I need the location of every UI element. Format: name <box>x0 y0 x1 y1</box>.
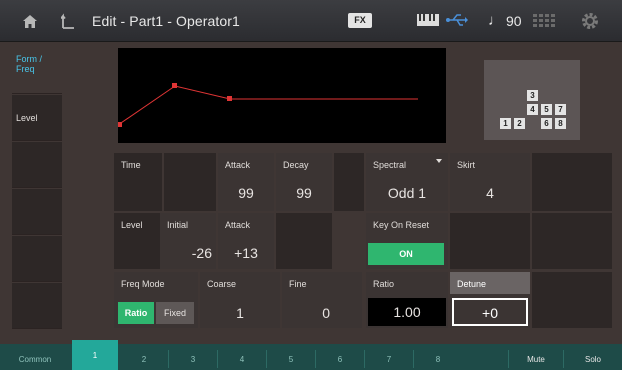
algorithm-operator: 7 <box>555 104 566 115</box>
tab-operator-1[interactable]: 1 <box>72 340 118 370</box>
empty-tab <box>12 283 62 329</box>
level-initial-value: -26 <box>191 245 212 261</box>
solo-button[interactable]: Solo <box>564 344 622 370</box>
level-label: Level <box>121 220 143 230</box>
tab-level[interactable]: Level <box>12 95 62 141</box>
level-group: Level <box>114 213 162 269</box>
spectral-value: Odd 1 <box>387 185 427 201</box>
empty-cell <box>532 213 612 269</box>
left-tab-column: Form / Freq Level <box>12 48 62 332</box>
dropdown-arrow-icon <box>436 159 442 163</box>
coarse-value: 1 <box>236 305 244 321</box>
empty-tab <box>12 189 62 235</box>
time-decay-cell[interactable]: Decay 99 <box>276 153 332 211</box>
fine-cell[interactable]: Fine 0 <box>282 272 362 328</box>
algorithm-operator: 2 <box>514 118 525 129</box>
coarse-cell[interactable]: Coarse 1 <box>200 272 280 328</box>
empty-tab <box>12 142 62 188</box>
time-attack-cell[interactable]: Attack 99 <box>218 153 274 211</box>
level-initial-label: Initial <box>167 220 189 230</box>
skirt-label: Skirt <box>457 160 475 170</box>
envelope-line <box>117 85 418 126</box>
ratio-cell[interactable]: Ratio 1.00 <box>366 272 448 328</box>
time-label: Time <box>121 160 141 170</box>
ratio-value: 1.00 <box>393 304 421 320</box>
usb-icon <box>445 11 469 29</box>
level-attack-value: +13 <box>234 245 258 261</box>
time-group: Time <box>114 153 162 211</box>
time-attack-label: Attack <box>225 160 251 170</box>
mute-button[interactable]: Mute <box>509 344 563 370</box>
empty-tab <box>12 236 62 282</box>
freq-mode-fixed-button[interactable]: Fixed <box>156 302 194 324</box>
tab-operator-7[interactable]: 7 <box>365 344 413 370</box>
algorithm-operator: 3 <box>527 90 538 101</box>
envelope-point <box>227 96 232 101</box>
algorithm-operator: 4 <box>527 104 538 115</box>
coarse-label: Coarse <box>207 279 237 289</box>
keyboard-icon <box>416 11 442 29</box>
algorithm-operator: 1 <box>500 118 511 129</box>
fine-label: Fine <box>289 279 307 289</box>
ratio-value-box: 1.00 <box>368 298 446 326</box>
note-icon: ♩ <box>488 12 503 29</box>
key-on-reset-toggle[interactable]: ON <box>368 243 444 265</box>
detune-value: +0 <box>482 305 498 321</box>
algorithm-operator: 6 <box>541 118 552 129</box>
tab-operator-8[interactable]: 8 <box>414 344 462 370</box>
freq-mode-cell: Freq Mode Ratio Fixed <box>114 272 198 328</box>
back-icon[interactable] <box>56 10 80 32</box>
algorithm-operator: 5 <box>541 104 552 115</box>
empty-cell <box>532 272 612 328</box>
empty-cell <box>164 153 216 211</box>
title-bar: Edit - Part1 - Operator1 FX ♩ 90 <box>0 0 622 42</box>
empty-cell <box>450 213 530 269</box>
time-attack-value: 99 <box>238 185 254 201</box>
tab-operator-3[interactable]: 3 <box>169 344 217 370</box>
operator-edit-screen: Edit - Part1 - Operator1 FX ♩ 90 Form / … <box>0 0 622 370</box>
time-decay-value: 99 <box>296 185 312 201</box>
algorithm-diagram: 3 4 5 7 1 2 6 8 <box>484 60 580 140</box>
envelope-point <box>117 122 122 127</box>
freq-mode-ratio-button[interactable]: Ratio <box>118 302 154 324</box>
level-attack-cell[interactable]: Attack +13 <box>218 213 274 269</box>
algorithm-operator: 8 <box>555 118 566 129</box>
tab-operator-6[interactable]: 6 <box>316 344 364 370</box>
level-initial-cell[interactable]: Initial -26 <box>160 213 216 269</box>
home-icon[interactable] <box>16 10 44 32</box>
tempo-value[interactable]: 90 <box>506 13 522 29</box>
grid-icon[interactable] <box>532 12 556 30</box>
tab-operator-2[interactable]: 2 <box>120 344 168 370</box>
spectral-label: Spectral <box>373 160 407 170</box>
envelope-graph <box>117 48 446 143</box>
tab-operator-4[interactable]: 4 <box>218 344 266 370</box>
tab-common[interactable]: Common <box>0 344 70 370</box>
envelope-point <box>172 83 177 88</box>
gear-icon[interactable] <box>580 11 600 31</box>
detune-cell[interactable]: Detune +0 <box>450 272 530 328</box>
key-on-reset-label: Key On Reset <box>373 220 430 230</box>
skirt-value: 4 <box>486 185 494 201</box>
detune-value-box: +0 <box>452 298 528 326</box>
spectral-cell[interactable]: Spectral Odd 1 <box>366 153 448 211</box>
key-on-reset-cell: Key On Reset ON <box>366 213 448 269</box>
page-title: Edit - Part1 - Operator1 <box>92 13 240 29</box>
time-decay-label: Decay <box>283 160 309 170</box>
ratio-label: Ratio <box>373 279 395 289</box>
empty-cell <box>334 153 364 211</box>
fx-indicator[interactable]: FX <box>348 13 372 28</box>
empty-cell <box>532 153 612 211</box>
detune-label: Detune <box>457 279 487 289</box>
bottom-tab-bar: Common 1 2 3 4 5 6 7 8 Mute Solo <box>0 340 622 370</box>
tab-operator-5[interactable]: 5 <box>267 344 315 370</box>
fine-value: 0 <box>322 305 330 321</box>
empty-cell <box>276 213 332 269</box>
level-attack-label: Attack <box>225 220 251 230</box>
tab-form-freq[interactable]: Form / Freq <box>12 48 62 94</box>
skirt-cell[interactable]: Skirt 4 <box>450 153 530 211</box>
freq-mode-label: Freq Mode <box>121 279 165 289</box>
